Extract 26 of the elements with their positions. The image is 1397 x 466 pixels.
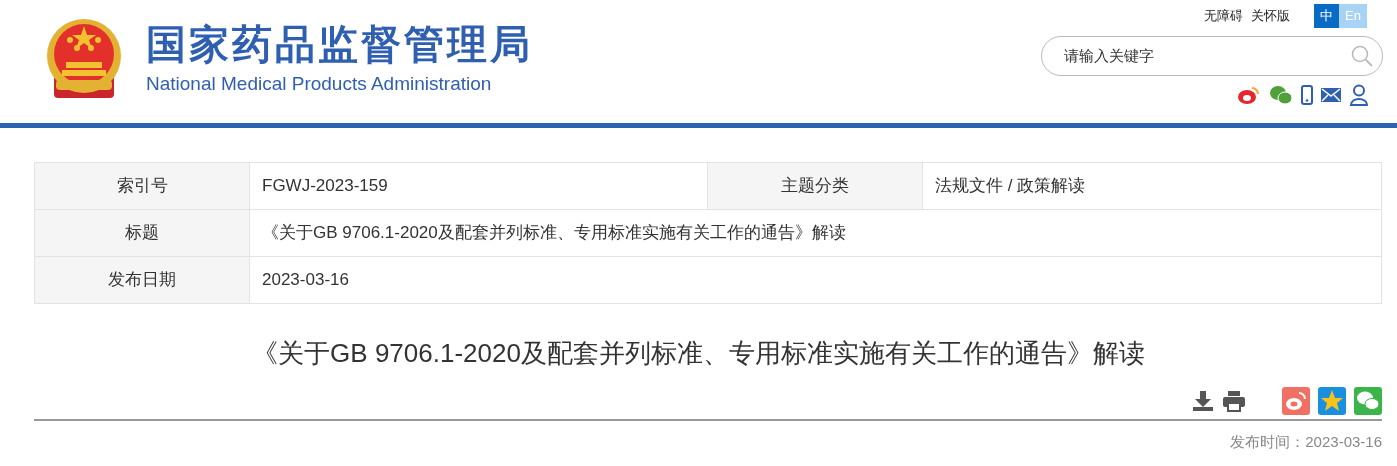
field-value: 《关于GB 9706.1-2020及配套并列标准、专用标准实施有关工作的通告》解读 (249, 209, 1382, 257)
phone-icon[interactable] (1301, 84, 1313, 105)
wechat-icon[interactable] (1269, 84, 1293, 105)
agency-english-name: National Medical Products Administration (146, 74, 493, 93)
field-value: 2023-03-16 (249, 256, 1382, 304)
mail-icon[interactable] (1321, 87, 1341, 102)
publish-time: 发布时间：2023-03-16 (1229, 432, 1382, 452)
field-value: FGWJ-2023-159 (249, 162, 708, 210)
language-tab[interactable]: 中 (1314, 4, 1340, 28)
agency-name: 国家药品监督管理局 (146, 24, 533, 64)
weibo-share-icon[interactable] (1282, 387, 1310, 415)
search-field[interactable]: 请输入关键字 (1041, 35, 1383, 76)
weibo-icon[interactable] (1237, 84, 1261, 105)
download-icon[interactable] (1192, 390, 1214, 412)
field-label: 主题分类 (707, 162, 923, 210)
wechat-share-icon[interactable] (1354, 387, 1382, 415)
field-label: 标题 (34, 209, 250, 257)
field-label: 索引号 (34, 162, 250, 210)
article-title: 《关于GB 9706.1-2020及配套并列标准、专用标准实施有关工作的通告》解读 (251, 337, 1146, 370)
print-icon[interactable] (1222, 390, 1246, 412)
top-link[interactable]: 无障碍 (1204, 6, 1244, 26)
star-share-icon[interactable] (1318, 387, 1346, 415)
field-value: 法规文件 / 政策解读 (922, 162, 1382, 210)
user-icon[interactable] (1349, 83, 1369, 106)
top-link[interactable]: 关怀版 (1251, 6, 1291, 26)
field-label: 发布日期 (34, 256, 250, 304)
